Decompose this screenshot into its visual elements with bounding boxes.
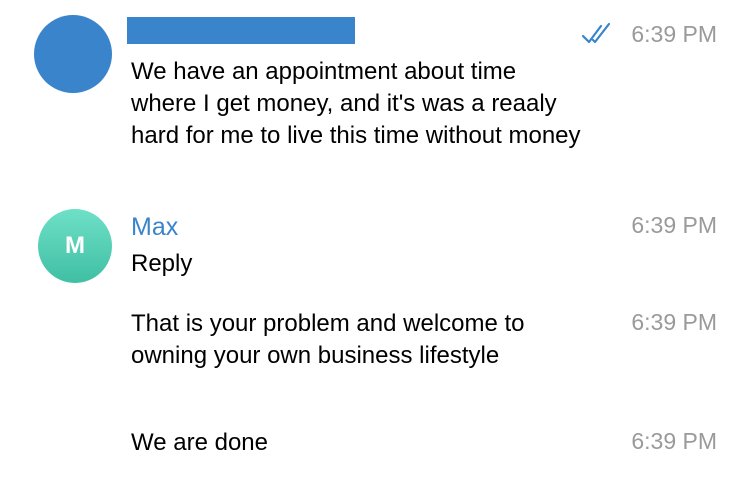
avatar[interactable]: M xyxy=(38,209,112,283)
message-timestamp: 6:39 PM xyxy=(631,428,717,454)
avatar[interactable] xyxy=(34,15,112,93)
message-timestamp: 6:39 PM xyxy=(631,21,717,47)
message-timestamp: 6:39 PM xyxy=(631,212,717,238)
sender-name[interactable]: Max xyxy=(131,212,178,242)
message-text: That is your problem and welcome to owni… xyxy=(131,310,525,369)
double-check-icon xyxy=(581,22,611,44)
sender-name-redacted[interactable] xyxy=(127,17,355,44)
message-text: We have an appointment about time where … xyxy=(131,58,581,149)
message-text: We are done xyxy=(131,429,268,456)
message-timestamp: 6:39 PM xyxy=(631,309,717,335)
avatar-initial: M xyxy=(65,232,85,259)
message-text: Reply xyxy=(131,250,193,277)
